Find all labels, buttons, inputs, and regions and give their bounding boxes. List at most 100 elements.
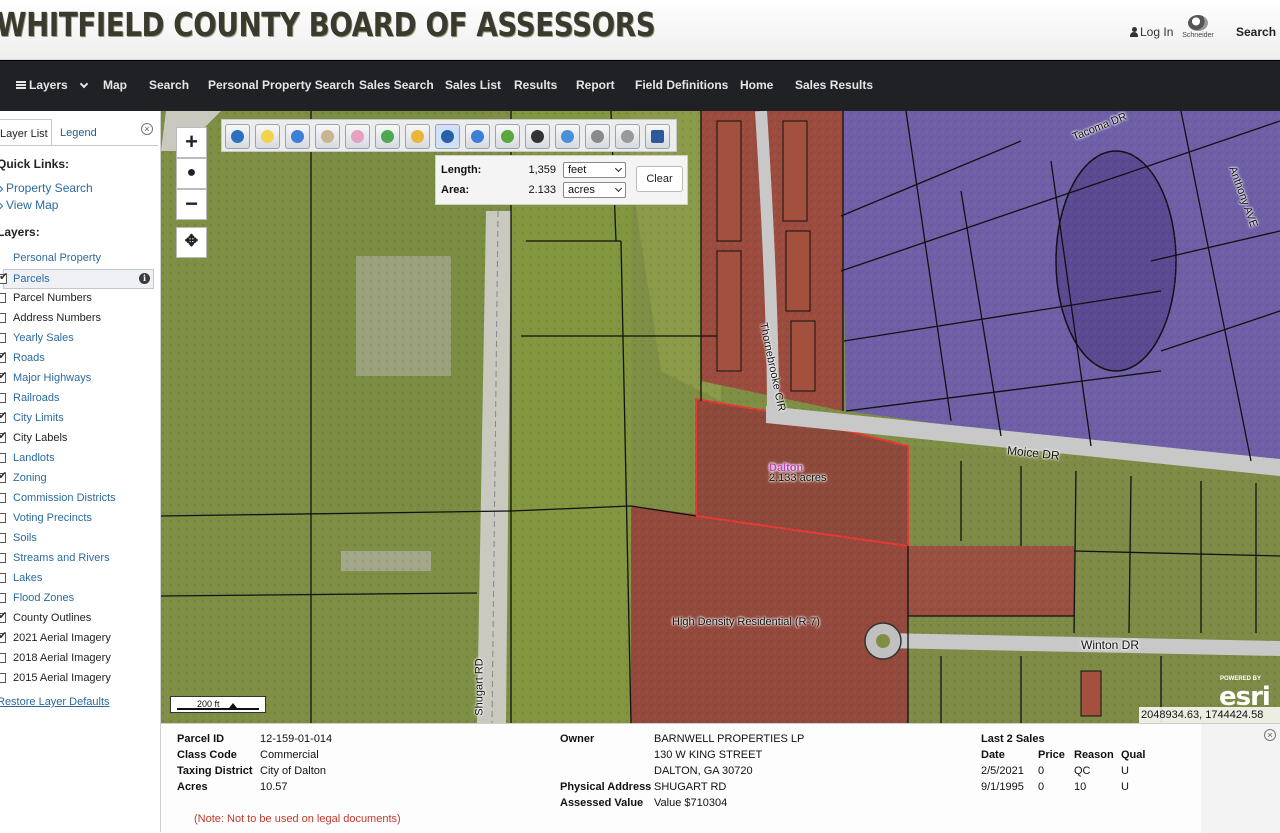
nav-sales-list[interactable]: Sales List <box>445 78 501 92</box>
sale-date: 2/5/2021 <box>981 765 1024 777</box>
layer-row[interactable]: Flood Zones <box>0 589 158 609</box>
area-label: Area: <box>441 184 470 196</box>
area-unit-select[interactable]: acres <box>563 182 626 198</box>
measure-tool-icon[interactable] <box>435 124 460 149</box>
zoom-in-tool-icon[interactable] <box>285 124 310 149</box>
layer-row[interactable]: Lakes <box>0 569 158 589</box>
length-value: 1,359 <box>528 164 556 176</box>
select-tool-icon[interactable] <box>375 124 400 149</box>
layer-row[interactable]: 2021 Aerial Imagery <box>0 629 158 649</box>
nav-sales-results[interactable]: Sales Results <box>795 78 873 92</box>
layer-row[interactable]: Streams and Rivers <box>0 549 158 569</box>
layer-checkbox[interactable] <box>0 313 6 323</box>
draw-tool-icon[interactable] <box>495 124 520 149</box>
nav-sales-search[interactable]: Sales Search <box>359 78 434 92</box>
layer-checkbox[interactable] <box>0 533 6 543</box>
layer-checkbox[interactable] <box>0 453 6 463</box>
zoom-out-tool-icon[interactable] <box>465 124 490 149</box>
map-view[interactable]: Dalton 2.133 acres High Density Resident… <box>161 111 1280 723</box>
nav-personal-property-search[interactable]: Personal Property Search <box>208 78 355 92</box>
settings-tool-icon[interactable] <box>585 124 610 149</box>
layer-checkbox[interactable] <box>0 513 6 523</box>
nav-layers-dropdown[interactable]: Layers <box>16 78 88 92</box>
layer-label: Address Numbers <box>13 312 102 324</box>
layer-row[interactable]: Parcels i <box>0 269 154 289</box>
layer-label: Soils <box>13 532 37 544</box>
physical-address-value: SHUGART RD <box>654 781 727 793</box>
user-icon <box>1130 27 1138 37</box>
layer-checkbox[interactable] <box>0 333 6 343</box>
layer-checkbox[interactable] <box>0 593 6 603</box>
close-icon[interactable]: × <box>1264 729 1276 741</box>
nav-report[interactable]: Report <box>576 78 615 92</box>
layer-checkbox[interactable] <box>0 653 6 663</box>
layer-row[interactable]: County Outlines <box>0 609 158 629</box>
map-canvas[interactable] <box>161 111 1280 723</box>
pan-tool-icon[interactable] <box>315 124 340 149</box>
identify-tool-icon[interactable] <box>555 124 580 149</box>
close-icon[interactable]: × <box>141 123 153 135</box>
layer-row[interactable]: Commission Districts <box>0 489 158 509</box>
layer-checkbox[interactable] <box>0 493 6 503</box>
highlight-tool-icon[interactable] <box>255 124 280 149</box>
layers-heading: Layers: <box>0 225 40 239</box>
layer-checkbox[interactable] <box>0 293 6 303</box>
layer-row[interactable]: City Labels <box>0 429 158 449</box>
layer-row[interactable]: Soils <box>0 529 158 549</box>
restore-layer-defaults-link[interactable]: Restore Layer Defaults <box>0 696 110 708</box>
layer-row[interactable]: Personal Property <box>0 249 158 269</box>
layer-row[interactable]: Major Highways <box>0 369 158 389</box>
diamond-icon <box>0 184 4 194</box>
layer-checkbox[interactable] <box>0 573 6 583</box>
layer-checkbox[interactable] <box>0 393 6 403</box>
eraser-tool-icon[interactable] <box>345 124 370 149</box>
view-map-link[interactable]: View Map <box>0 198 58 212</box>
layer-checkbox[interactable] <box>0 270 8 284</box>
layer-row[interactable]: Zoning <box>0 469 158 489</box>
zoom-in-button[interactable]: + <box>176 127 207 158</box>
layer-row[interactable]: Voting Precincts <box>0 509 158 529</box>
layer-checkbox[interactable] <box>0 429 7 443</box>
layer-row[interactable]: Landlots <box>0 449 158 469</box>
length-unit-select[interactable]: feet <box>563 162 626 178</box>
marker-tool-icon[interactable] <box>405 124 430 149</box>
layer-checkbox[interactable] <box>0 609 7 623</box>
layer-label: Voting Precincts <box>13 512 92 524</box>
layer-checkbox[interactable] <box>0 409 7 423</box>
clear-button[interactable]: Clear <box>636 166 683 192</box>
layer-row[interactable]: Address Numbers <box>0 309 158 329</box>
zoom-out-button[interactable]: − <box>176 189 207 220</box>
buffer-tool-icon[interactable] <box>525 124 550 149</box>
login-link[interactable]: Log In <box>1130 25 1173 39</box>
schneider-logo[interactable]: Schneider <box>1178 15 1218 45</box>
layer-checkbox[interactable] <box>0 369 7 383</box>
nav-field-definitions[interactable]: Field Definitions <box>635 78 728 92</box>
layer-checkbox[interactable] <box>0 349 7 363</box>
tab-legend[interactable]: Legend <box>60 127 97 139</box>
locate-icon[interactable]: ✥ <box>176 227 207 258</box>
info-tool-icon[interactable] <box>225 124 250 149</box>
info-icon[interactable]: i <box>139 273 150 284</box>
nav-home[interactable]: Home <box>740 78 773 92</box>
layer-checkbox[interactable] <box>0 553 6 563</box>
save-tool-icon[interactable] <box>645 124 670 149</box>
layer-row[interactable]: 2015 Aerial Imagery <box>0 669 158 689</box>
layer-row[interactable]: City Limits <box>0 409 158 429</box>
layer-checkbox[interactable] <box>0 469 7 483</box>
tab-layer-list[interactable]: Layer List <box>0 119 52 145</box>
layer-label: Commission Districts <box>13 492 116 504</box>
nav-search[interactable]: Search <box>149 78 189 92</box>
property-search-link[interactable]: Property Search <box>0 181 93 195</box>
print-tool-icon[interactable] <box>615 124 640 149</box>
layer-checkbox[interactable] <box>0 629 7 643</box>
layer-row[interactable]: Parcel Numbers <box>0 289 158 309</box>
layer-checkbox[interactable] <box>0 673 6 683</box>
nav-results[interactable]: Results <box>514 78 557 92</box>
globe-icon[interactable]: ● <box>176 158 207 189</box>
layer-row[interactable]: 2018 Aerial Imagery <box>0 649 158 669</box>
layer-row[interactable]: Railroads <box>0 389 158 409</box>
nav-map[interactable]: Map <box>103 78 127 92</box>
layer-row[interactable]: Roads <box>0 349 158 369</box>
layer-row[interactable]: Yearly Sales <box>0 329 158 349</box>
header-search-link[interactable]: Search <box>1236 25 1276 39</box>
